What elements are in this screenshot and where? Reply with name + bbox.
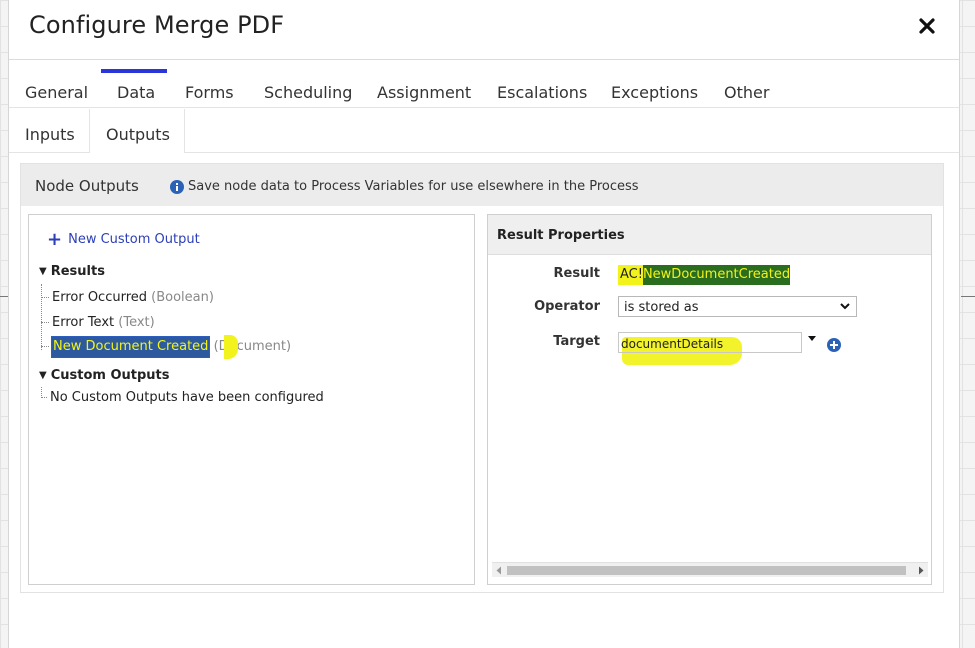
- result-item-name: Error Occurred: [52, 290, 148, 305]
- subtab-inputs[interactable]: Inputs: [25, 109, 75, 153]
- horizontal-scrollbar[interactable]: [492, 562, 928, 577]
- subtab-bar: Inputs Outputs: [9, 109, 959, 153]
- add-circle-icon[interactable]: [827, 338, 841, 352]
- custom-outputs-group-label: Custom Outputs: [50, 368, 170, 383]
- close-icon: [919, 18, 935, 34]
- result-item-type: (Text): [118, 315, 155, 330]
- caret-down-icon: ▼: [39, 370, 47, 381]
- chevron-down-icon: [840, 303, 850, 310]
- results-group-label: Results: [50, 264, 105, 279]
- caret-down-icon: ▼: [39, 266, 47, 277]
- operator-value: is stored as: [624, 300, 699, 315]
- canvas-connector-right: [961, 296, 975, 297]
- result-item-error-text[interactable]: Error Text (Text): [41, 315, 155, 330]
- node-outputs-panel: Node Outputs Save node data to Process V…: [20, 163, 944, 593]
- result-item-name: Error Text: [52, 315, 115, 330]
- result-properties-title: Result Properties: [497, 228, 625, 243]
- dropdown-arrow-icon[interactable]: [807, 335, 817, 343]
- configure-dialog: Configure Merge PDF General Data Forms S…: [8, 0, 960, 648]
- plus-icon: +: [47, 229, 63, 250]
- result-item-error-occurred[interactable]: Error Occurred (Boolean): [41, 290, 214, 305]
- tab-scheduling[interactable]: Scheduling: [264, 61, 352, 108]
- target-label: Target: [553, 334, 600, 349]
- tab-assignment[interactable]: Assignment: [377, 61, 471, 108]
- close-button[interactable]: [917, 16, 937, 36]
- result-properties-pane: Result Properties Result AC!NewDocumentC…: [487, 214, 932, 585]
- node-outputs-title: Node Outputs: [35, 177, 139, 195]
- outputs-tree-pane: + New Custom Output ▼ Results Error Occurr…: [28, 214, 475, 585]
- dialog-header: Configure Merge PDF: [9, 0, 959, 60]
- tab-other[interactable]: Other: [724, 61, 769, 108]
- result-label: Result: [553, 266, 601, 281]
- scroll-left-icon[interactable]: [495, 566, 503, 575]
- custom-outputs-empty: No Custom Outputs have been configured: [41, 390, 324, 405]
- highlight-mark: [224, 335, 238, 359]
- result-item-type: (Boolean): [151, 290, 214, 305]
- result-item-name: New Document Created: [52, 337, 210, 357]
- custom-outputs-group[interactable]: ▼ Custom Outputs: [39, 368, 170, 383]
- result-item-new-document-created[interactable]: New Document Created (Document): [41, 337, 291, 357]
- custom-outputs-empty-text: No Custom Outputs have been configured: [50, 390, 324, 405]
- new-custom-output-button[interactable]: + New Custom Output: [47, 229, 200, 250]
- node-outputs-info: Save node data to Process Variables for …: [188, 179, 639, 194]
- info-icon: [170, 180, 184, 194]
- operator-label: Operator: [534, 299, 600, 314]
- result-expression: NewDocumentCreated: [642, 265, 791, 285]
- active-tab-indicator: [101, 69, 167, 73]
- dialog-title: Configure Merge PDF: [29, 11, 285, 39]
- result-prefix: AC!: [618, 265, 643, 285]
- result-properties-header: Result Properties: [488, 215, 931, 255]
- target-value: documentDetails: [621, 337, 724, 351]
- node-outputs-header: Node Outputs Save node data to Process V…: [21, 164, 943, 206]
- scroll-right-icon[interactable]: [917, 566, 925, 575]
- result-value[interactable]: AC!NewDocumentCreated: [618, 265, 792, 287]
- subtab-outputs[interactable]: Outputs: [89, 109, 185, 153]
- scrollbar-thumb[interactable]: [507, 566, 906, 575]
- results-group[interactable]: ▼ Results: [39, 264, 105, 279]
- tab-forms[interactable]: Forms: [185, 61, 234, 108]
- tab-escalations[interactable]: Escalations: [497, 61, 587, 108]
- tab-general[interactable]: General: [25, 61, 88, 108]
- operator-select[interactable]: is stored as: [618, 296, 857, 317]
- new-custom-output-label: New Custom Output: [68, 232, 200, 247]
- tab-exceptions[interactable]: Exceptions: [611, 61, 698, 108]
